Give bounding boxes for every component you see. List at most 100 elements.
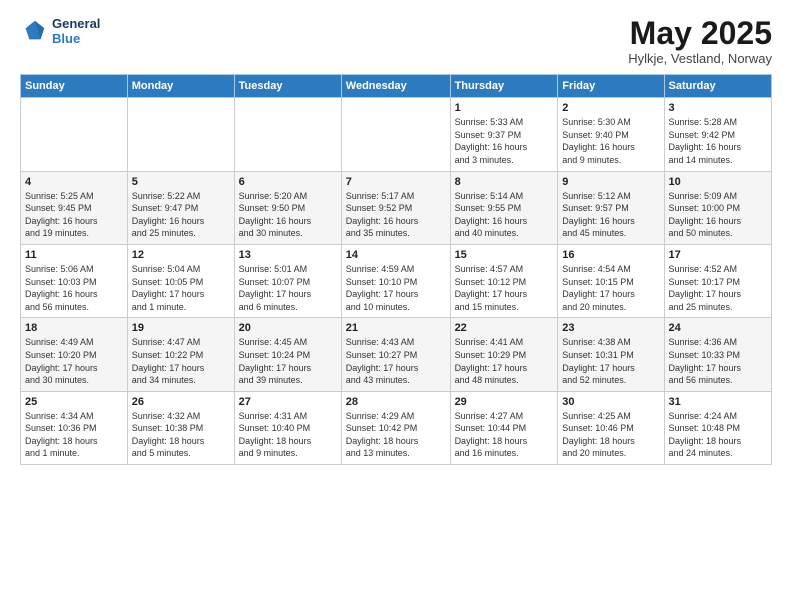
- calendar-cell: 21 Sunrise: 4:43 AM Sunset: 10:27 PM Dayl…: [341, 318, 450, 391]
- month-title: May 2025: [628, 16, 772, 51]
- cell-info: Sunrise: 4:41 AM Sunset: 10:29 PM Daylig…: [455, 336, 554, 386]
- header: General Blue May 2025 Hylkje, Vestland, …: [20, 16, 772, 66]
- cell-info: Sunrise: 5:04 AM Sunset: 10:05 PM Daylig…: [132, 263, 230, 313]
- cell-date-number: 30: [562, 396, 659, 408]
- cell-info: Sunrise: 4:25 AM Sunset: 10:46 PM Daylig…: [562, 410, 659, 460]
- cell-info: Sunrise: 4:36 AM Sunset: 10:33 PM Daylig…: [669, 336, 767, 386]
- cell-date-number: 4: [25, 176, 123, 188]
- header-row: SundayMondayTuesdayWednesdayThursdayFrid…: [21, 75, 772, 98]
- title-block: May 2025 Hylkje, Vestland, Norway: [628, 16, 772, 66]
- calendar-cell: 27Sunrise: 4:31 AM Sunset: 10:40 PM Dayl…: [234, 391, 341, 464]
- cell-date-number: 8: [455, 176, 554, 188]
- cell-info: Sunrise: 5:28 AM Sunset: 9:42 PM Dayligh…: [669, 116, 767, 166]
- calendar-cell: 14 Sunrise: 4:59 AM Sunset: 10:10 PM Dayl…: [341, 244, 450, 317]
- logo: General Blue: [20, 16, 100, 46]
- day-header-wednesday: Wednesday: [341, 75, 450, 98]
- cell-date-number: 29: [455, 396, 554, 408]
- calendar-cell: 1Sunrise: 5:33 AM Sunset: 9:37 PM Daylig…: [450, 98, 558, 171]
- calendar-cell: 12 Sunrise: 5:04 AM Sunset: 10:05 PM Dayl…: [127, 244, 234, 317]
- calendar-table: SundayMondayTuesdayWednesdayThursdayFrid…: [20, 74, 772, 465]
- logo-icon: [20, 17, 48, 45]
- calendar-cell: 26 Sunrise: 4:32 AM Sunset: 10:38 PM Dayl…: [127, 391, 234, 464]
- cell-date-number: 26: [132, 396, 230, 408]
- calendar-week-5: 25 Sunrise: 4:34 AM Sunset: 10:36 PM Dayl…: [21, 391, 772, 464]
- cell-info: Sunrise: 5:25 AM Sunset: 9:45 PM Dayligh…: [25, 190, 123, 240]
- day-header-thursday: Thursday: [450, 75, 558, 98]
- calendar-cell: [21, 98, 128, 171]
- calendar-cell: [127, 98, 234, 171]
- cell-date-number: 19: [132, 322, 230, 334]
- cell-info: Sunrise: 4:49 AM Sunset: 10:20 PM Daylig…: [25, 336, 123, 386]
- cell-date-number: 25: [25, 396, 123, 408]
- page: General Blue May 2025 Hylkje, Vestland, …: [0, 0, 792, 612]
- cell-info: Sunrise: 4:59 AM Sunset: 10:10 PM Daylig…: [346, 263, 446, 313]
- calendar-week-3: 11Sunrise: 5:06 AM Sunset: 10:03 PM Dayl…: [21, 244, 772, 317]
- cell-date-number: 7: [346, 176, 446, 188]
- cell-date-number: 22: [455, 322, 554, 334]
- logo-text: General Blue: [52, 16, 100, 46]
- cell-info: Sunrise: 4:27 AM Sunset: 10:44 PM Daylig…: [455, 410, 554, 460]
- day-header-saturday: Saturday: [664, 75, 771, 98]
- calendar-week-2: 4 Sunrise: 5:25 AM Sunset: 9:45 PM Daylig…: [21, 171, 772, 244]
- cell-date-number: 28: [346, 396, 446, 408]
- cell-info: Sunrise: 4:24 AM Sunset: 10:48 PM Daylig…: [669, 410, 767, 460]
- cell-date-number: 14: [346, 249, 446, 261]
- cell-date-number: 31: [669, 396, 767, 408]
- calendar-cell: 10 Sunrise: 5:09 AM Sunset: 10:00 PM Dayl…: [664, 171, 771, 244]
- calendar-cell: 6 Sunrise: 5:20 AM Sunset: 9:50 PM Daylig…: [234, 171, 341, 244]
- cell-date-number: 21: [346, 322, 446, 334]
- cell-info: Sunrise: 5:09 AM Sunset: 10:00 PM Daylig…: [669, 190, 767, 240]
- cell-info: Sunrise: 4:52 AM Sunset: 10:17 PM Daylig…: [669, 263, 767, 313]
- calendar-cell: 2 Sunrise: 5:30 AM Sunset: 9:40 PM Daylig…: [558, 98, 664, 171]
- cell-info: Sunrise: 4:32 AM Sunset: 10:38 PM Daylig…: [132, 410, 230, 460]
- cell-date-number: 9: [562, 176, 659, 188]
- cell-info: Sunrise: 5:01 AM Sunset: 10:07 PM Daylig…: [239, 263, 337, 313]
- cell-info: Sunrise: 4:45 AM Sunset: 10:24 PM Daylig…: [239, 336, 337, 386]
- calendar-cell: 30 Sunrise: 4:25 AM Sunset: 10:46 PM Dayl…: [558, 391, 664, 464]
- calendar-cell: 23 Sunrise: 4:38 AM Sunset: 10:31 PM Dayl…: [558, 318, 664, 391]
- calendar-cell: 29 Sunrise: 4:27 AM Sunset: 10:44 PM Dayl…: [450, 391, 558, 464]
- cell-info: Sunrise: 4:34 AM Sunset: 10:36 PM Daylig…: [25, 410, 123, 460]
- cell-info: Sunrise: 5:12 AM Sunset: 9:57 PM Dayligh…: [562, 190, 659, 240]
- cell-date-number: 20: [239, 322, 337, 334]
- day-header-monday: Monday: [127, 75, 234, 98]
- calendar-cell: 18 Sunrise: 4:49 AM Sunset: 10:20 PM Dayl…: [21, 318, 128, 391]
- calendar-cell: 7 Sunrise: 5:17 AM Sunset: 9:52 PM Daylig…: [341, 171, 450, 244]
- calendar-cell: 3 Sunrise: 5:28 AM Sunset: 9:42 PM Daylig…: [664, 98, 771, 171]
- cell-date-number: 24: [669, 322, 767, 334]
- cell-date-number: 16: [562, 249, 659, 261]
- calendar-cell: [341, 98, 450, 171]
- cell-date-number: 18: [25, 322, 123, 334]
- calendar-cell: 8Sunrise: 5:14 AM Sunset: 9:55 PM Daylig…: [450, 171, 558, 244]
- calendar-cell: 13 Sunrise: 5:01 AM Sunset: 10:07 PM Dayl…: [234, 244, 341, 317]
- cell-info: Sunrise: 4:38 AM Sunset: 10:31 PM Daylig…: [562, 336, 659, 386]
- calendar-cell: 22 Sunrise: 4:41 AM Sunset: 10:29 PM Dayl…: [450, 318, 558, 391]
- cell-date-number: 5: [132, 176, 230, 188]
- day-header-tuesday: Tuesday: [234, 75, 341, 98]
- cell-date-number: 2: [562, 102, 659, 114]
- cell-info: Sunrise: 5:22 AM Sunset: 9:47 PM Dayligh…: [132, 190, 230, 240]
- cell-info: Sunrise: 5:33 AM Sunset: 9:37 PM Dayligh…: [455, 116, 554, 166]
- cell-date-number: 13: [239, 249, 337, 261]
- day-header-sunday: Sunday: [21, 75, 128, 98]
- cell-info: Sunrise: 5:17 AM Sunset: 9:52 PM Dayligh…: [346, 190, 446, 240]
- location-subtitle: Hylkje, Vestland, Norway: [628, 51, 772, 66]
- calendar-cell: 19 Sunrise: 4:47 AM Sunset: 10:22 PM Dayl…: [127, 318, 234, 391]
- day-header-friday: Friday: [558, 75, 664, 98]
- cell-info: Sunrise: 4:47 AM Sunset: 10:22 PM Daylig…: [132, 336, 230, 386]
- calendar-cell: 16 Sunrise: 4:54 AM Sunset: 10:15 PM Dayl…: [558, 244, 664, 317]
- cell-info: Sunrise: 4:43 AM Sunset: 10:27 PM Daylig…: [346, 336, 446, 386]
- cell-date-number: 12: [132, 249, 230, 261]
- calendar-cell: 4 Sunrise: 5:25 AM Sunset: 9:45 PM Daylig…: [21, 171, 128, 244]
- calendar-cell: 5 Sunrise: 5:22 AM Sunset: 9:47 PM Daylig…: [127, 171, 234, 244]
- cell-info: Sunrise: 5:30 AM Sunset: 9:40 PM Dayligh…: [562, 116, 659, 166]
- cell-date-number: 6: [239, 176, 337, 188]
- cell-date-number: 3: [669, 102, 767, 114]
- cell-info: Sunrise: 4:57 AM Sunset: 10:12 PM Daylig…: [455, 263, 554, 313]
- cell-date-number: 23: [562, 322, 659, 334]
- cell-info: Sunrise: 4:54 AM Sunset: 10:15 PM Daylig…: [562, 263, 659, 313]
- cell-info: Sunrise: 5:20 AM Sunset: 9:50 PM Dayligh…: [239, 190, 337, 240]
- calendar-cell: 24 Sunrise: 4:36 AM Sunset: 10:33 PM Dayl…: [664, 318, 771, 391]
- cell-date-number: 10: [669, 176, 767, 188]
- cell-date-number: 27: [239, 396, 337, 408]
